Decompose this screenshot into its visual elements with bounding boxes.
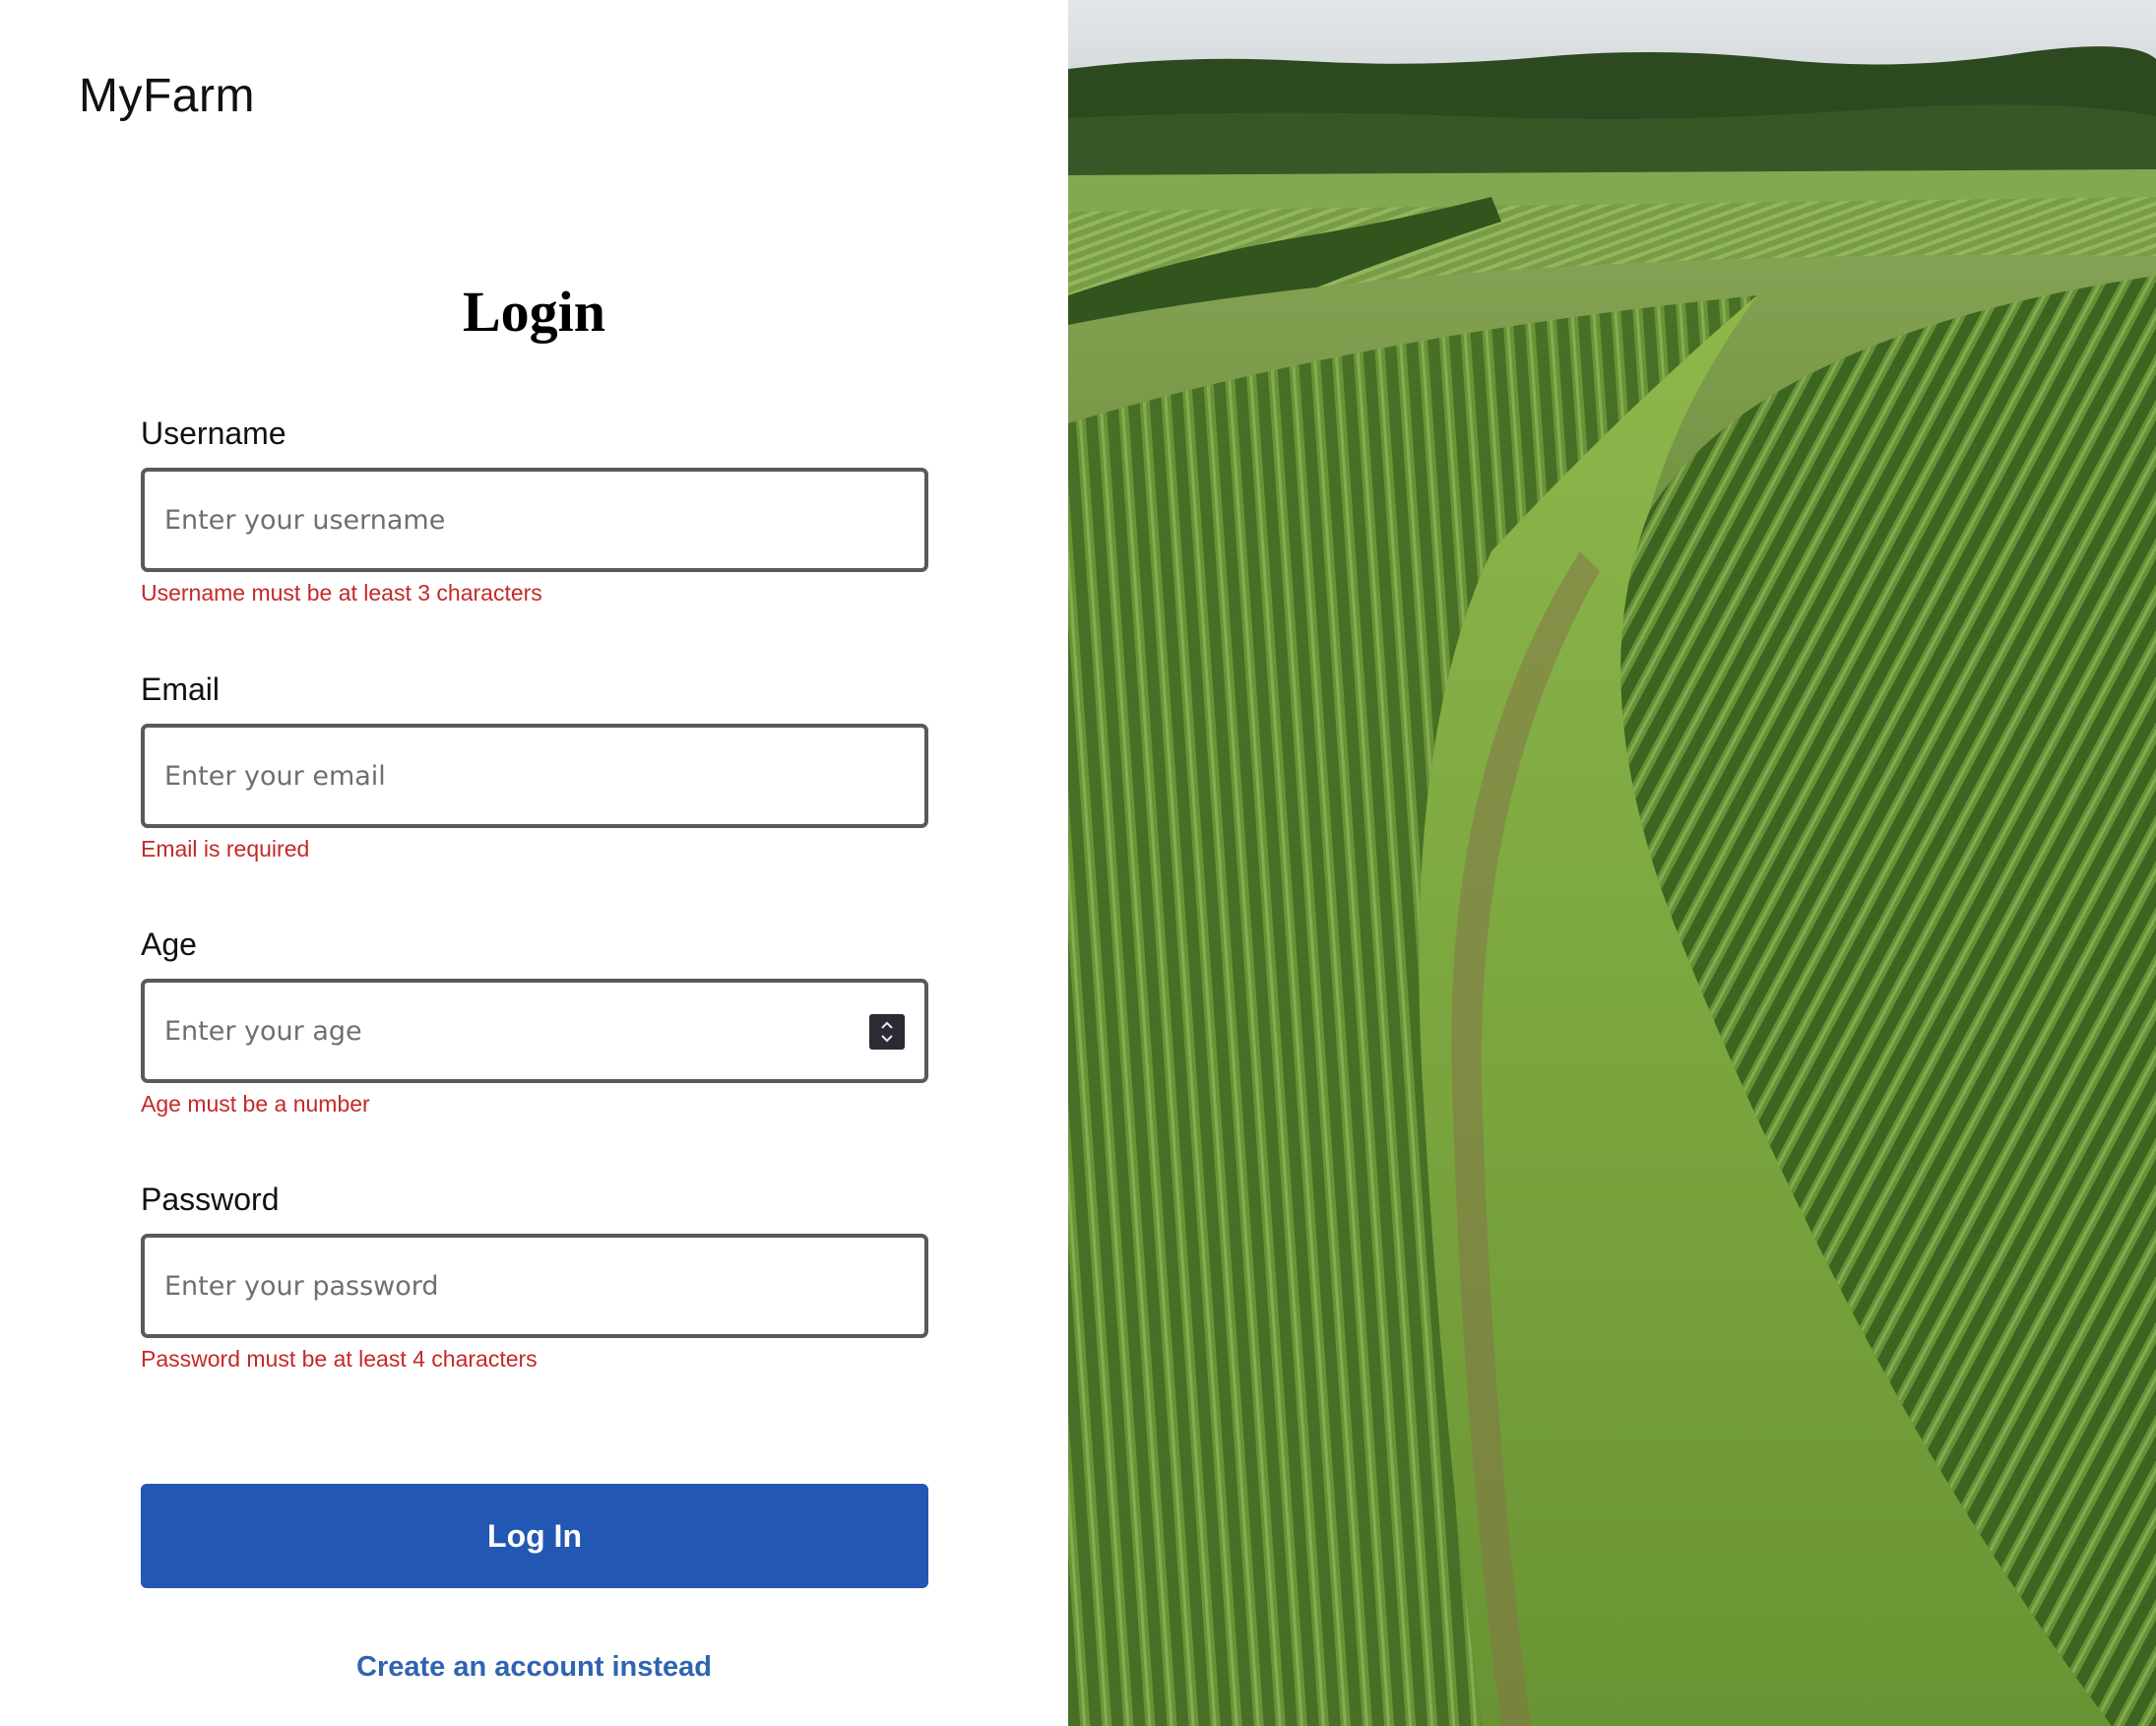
app-logo[interactable]: MyFarm — [79, 69, 255, 123]
username-error: Username must be at least 3 characters — [141, 580, 542, 606]
email-input-box — [141, 724, 928, 828]
email-error: Email is required — [141, 836, 310, 862]
email-field-group: Email Email is required — [141, 670, 928, 863]
stepper-arrows — [881, 1021, 893, 1043]
age-input-box — [141, 979, 928, 1083]
password-input[interactable] — [145, 1238, 924, 1334]
password-field-group: Password Password must be at least 4 cha… — [141, 1180, 928, 1374]
username-input[interactable] — [145, 472, 924, 568]
page-title: Login — [462, 280, 606, 344]
password-label: Password — [141, 1182, 280, 1217]
hero-image — [1068, 0, 2156, 1726]
login-page: MyFarm Login Username Username must be a… — [0, 0, 2156, 1726]
age-field-group: Age Age must be a number — [141, 925, 928, 1119]
username-label: Username — [141, 416, 286, 451]
login-button[interactable]: Log In — [141, 1484, 928, 1588]
username-input-box — [141, 468, 928, 572]
cornfield-illustration — [1068, 0, 2156, 1726]
email-input[interactable] — [145, 728, 924, 824]
number-stepper-icon[interactable] — [869, 1014, 905, 1050]
password-input-box — [141, 1234, 928, 1338]
create-account-link[interactable]: Create an account instead — [0, 1651, 1068, 1684]
age-label: Age — [141, 927, 197, 962]
age-input[interactable] — [145, 983, 924, 1079]
password-error: Password must be at least 4 characters — [141, 1346, 538, 1372]
email-label: Email — [141, 671, 221, 707]
login-panel: MyFarm Login Username Username must be a… — [0, 0, 1068, 1726]
username-field-group: Username Username must be at least 3 cha… — [141, 414, 928, 607]
age-error: Age must be a number — [141, 1091, 370, 1117]
